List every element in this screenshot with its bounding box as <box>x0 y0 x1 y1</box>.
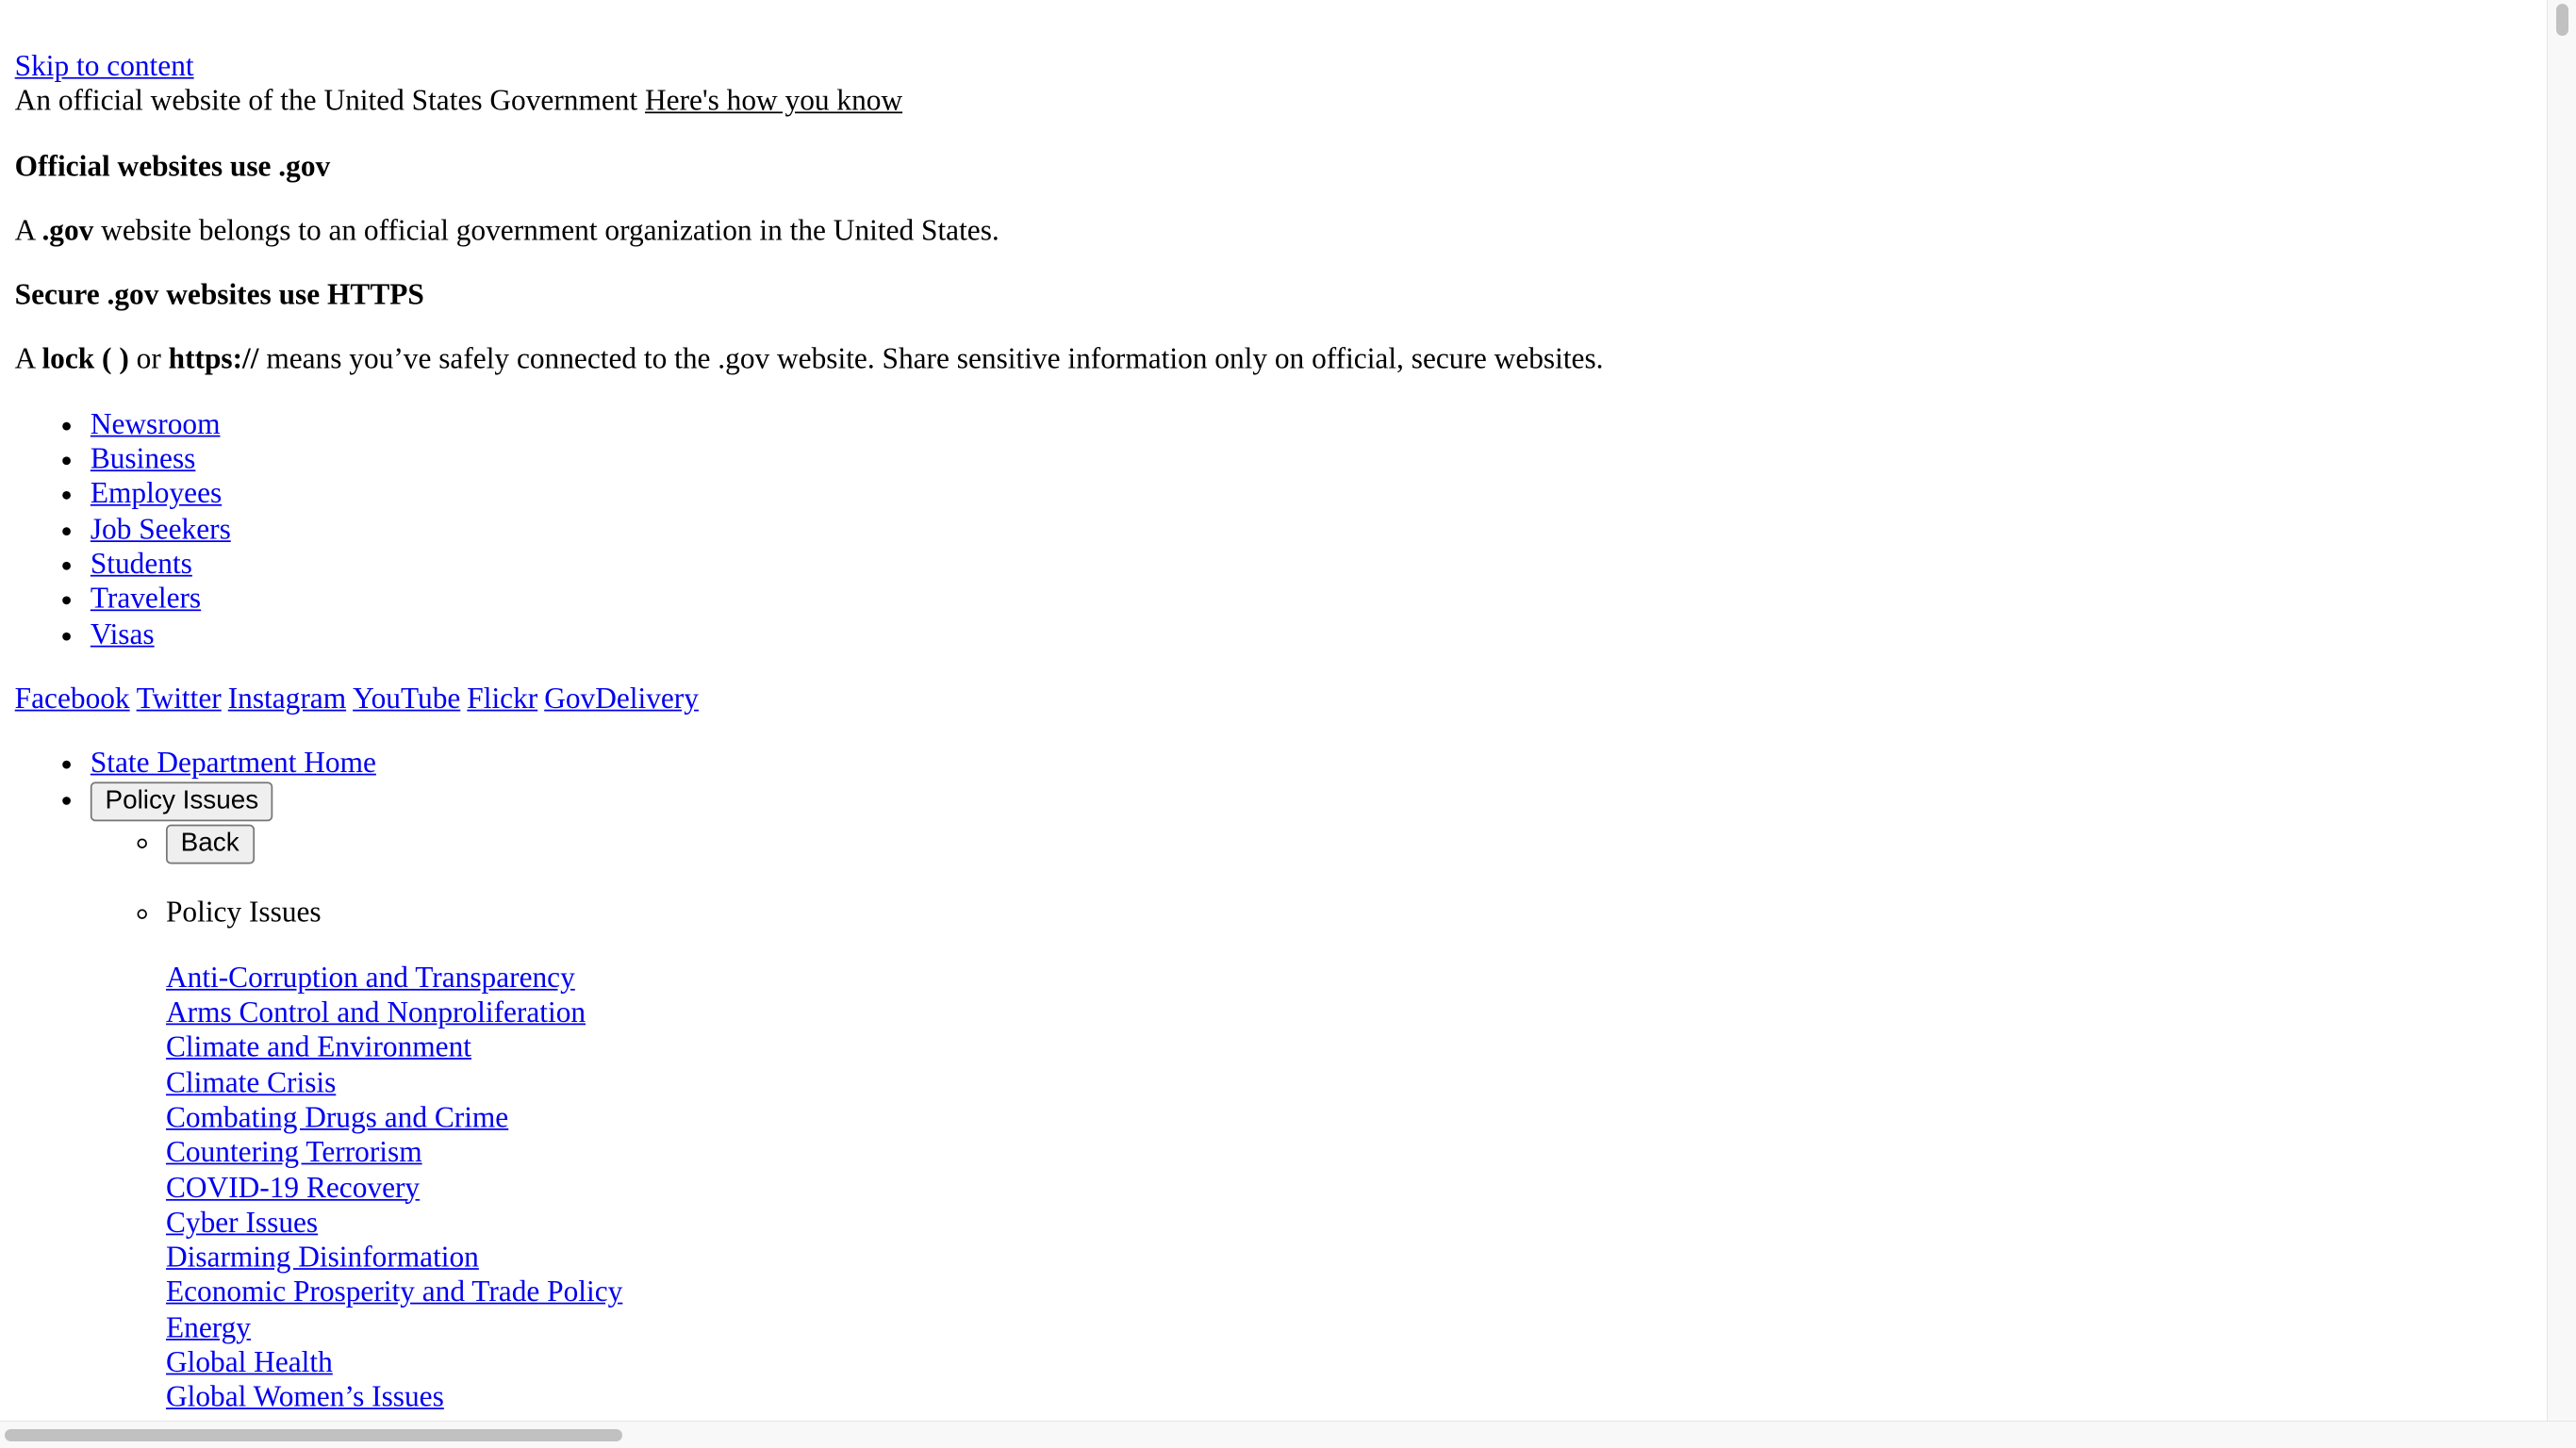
policy-link-disinformation[interactable]: Disarming Disinformation <box>166 1241 2532 1275</box>
gov-paragraph-start: A <box>14 213 35 247</box>
audience-nav-item: Students <box>91 547 2532 582</box>
vertical-scrollbar-thumb[interactable] <box>2556 4 2568 36</box>
skip-to-content-link[interactable]: Skip to content <box>15 49 2532 84</box>
policy-link-climate-crisis[interactable]: Climate Crisis <box>166 1065 2532 1100</box>
gov-paragraph-end: website belongs to an official governmen… <box>101 213 999 247</box>
audience-nav: Newsroom Business Employees Job Seekers … <box>15 407 2532 652</box>
audience-nav-item: Newsroom <box>91 407 2532 442</box>
policy-link-covid-recovery[interactable]: COVID-19 Recovery <box>166 1171 2532 1206</box>
nav-link-job-seekers[interactable]: Job Seekers <box>91 512 231 545</box>
gov-paragraph-bold: .gov <box>41 213 94 247</box>
policy-link-climate-environment[interactable]: Climate and Environment <box>166 1030 2532 1065</box>
state-department-home-link[interactable]: State Department Home <box>91 746 376 779</box>
https-paragraph: A lock ( ) or https:// means you’ve safe… <box>15 342 2532 377</box>
audience-nav-item: Business <box>91 442 2532 477</box>
policy-link-drugs-crime[interactable]: Combating Drugs and Crime <box>166 1100 2532 1135</box>
main-nav-item: Policy Issues Back Policy Issues Anti-Co… <box>90 781 2532 1416</box>
gov-heading: Official websites use .gov <box>14 148 331 182</box>
submenu-item: Policy Issues Anti-Corruption and Transp… <box>166 896 2532 1415</box>
nav-link-business[interactable]: Business <box>91 442 196 475</box>
social-link-facebook[interactable]: Facebook <box>15 682 130 715</box>
policy-link-cyber-issues[interactable]: Cyber Issues <box>166 1206 2532 1241</box>
audience-nav-item: Employees <box>91 477 2532 512</box>
nav-link-travelers[interactable]: Travelers <box>91 582 201 615</box>
social-link-govdelivery[interactable]: GovDelivery <box>544 682 699 715</box>
page-content: Skip to content An official website of t… <box>0 0 2547 1415</box>
submenu-heading: Policy Issues <box>165 896 322 930</box>
nav-link-employees[interactable]: Employees <box>91 477 222 510</box>
heres-how-you-know-link[interactable]: Here's how you know <box>645 84 902 117</box>
https-paragraph-a: A <box>14 342 35 376</box>
audience-nav-item: Job Seekers <box>91 512 2532 547</box>
policy-issues-button[interactable]: Policy Issues <box>90 782 273 822</box>
https-paragraph-end: means you’ve safely connected to the .go… <box>266 342 1604 376</box>
policy-link-anti-corruption[interactable]: Anti-Corruption and Transparency <box>166 961 2532 996</box>
gov-paragraph: A .gov website belongs to an official go… <box>15 213 2532 248</box>
back-button[interactable]: Back <box>165 825 255 865</box>
submenu-links: Anti-Corruption and Transparency Arms Co… <box>166 961 2532 1415</box>
social-link-instagram[interactable]: Instagram <box>228 682 346 715</box>
policy-submenu: Back Policy Issues Anti-Corruption and T… <box>91 824 2532 1416</box>
official-banner-line: An official website of the United States… <box>15 84 2532 119</box>
main-nav: State Department Home Policy Issues Back… <box>15 746 2532 1415</box>
audience-nav-item: Travelers <box>91 582 2532 617</box>
https-paragraph-lock: lock ( ) <box>41 342 129 376</box>
https-paragraph-or: or <box>136 342 161 376</box>
official-website-text: An official website of the United States… <box>14 84 638 118</box>
social-link-youtube[interactable]: YouTube <box>353 682 460 715</box>
policy-link-arms-control[interactable]: Arms Control and Nonproliferation <box>166 996 2532 1030</box>
horizontal-scrollbar[interactable] <box>0 1421 2576 1448</box>
policy-link-global-womens-issues[interactable]: Global Women’s Issues <box>166 1380 2532 1415</box>
nav-link-newsroom[interactable]: Newsroom <box>91 407 221 440</box>
policy-link-economic-prosperity[interactable]: Economic Prosperity and Trade Policy <box>166 1275 2532 1310</box>
nav-link-students[interactable]: Students <box>91 547 192 580</box>
https-heading: Secure .gov websites use HTTPS <box>14 277 424 311</box>
policy-link-countering-terrorism[interactable]: Countering Terrorism <box>166 1135 2532 1170</box>
nav-link-visas[interactable]: Visas <box>91 617 155 650</box>
policy-link-energy[interactable]: Energy <box>166 1310 2532 1345</box>
social-links: Facebook Twitter Instagram YouTube Flickr Gov… <box>15 682 2532 716</box>
social-link-twitter[interactable]: Twitter <box>137 682 222 715</box>
policy-link-global-health[interactable]: Global Health <box>166 1345 2532 1380</box>
page-viewport: Skip to content An official website of t… <box>0 0 2548 1422</box>
https-paragraph-https: https:// <box>168 342 259 376</box>
submenu-item: Back <box>165 824 2532 866</box>
social-link-flickr[interactable]: Flickr <box>467 682 537 715</box>
horizontal-scrollbar-thumb[interactable] <box>5 1429 622 1441</box>
main-nav-item: State Department Home <box>91 746 2532 781</box>
audience-nav-item: Visas <box>91 617 2532 651</box>
vertical-scrollbar[interactable] <box>2547 0 2576 1422</box>
